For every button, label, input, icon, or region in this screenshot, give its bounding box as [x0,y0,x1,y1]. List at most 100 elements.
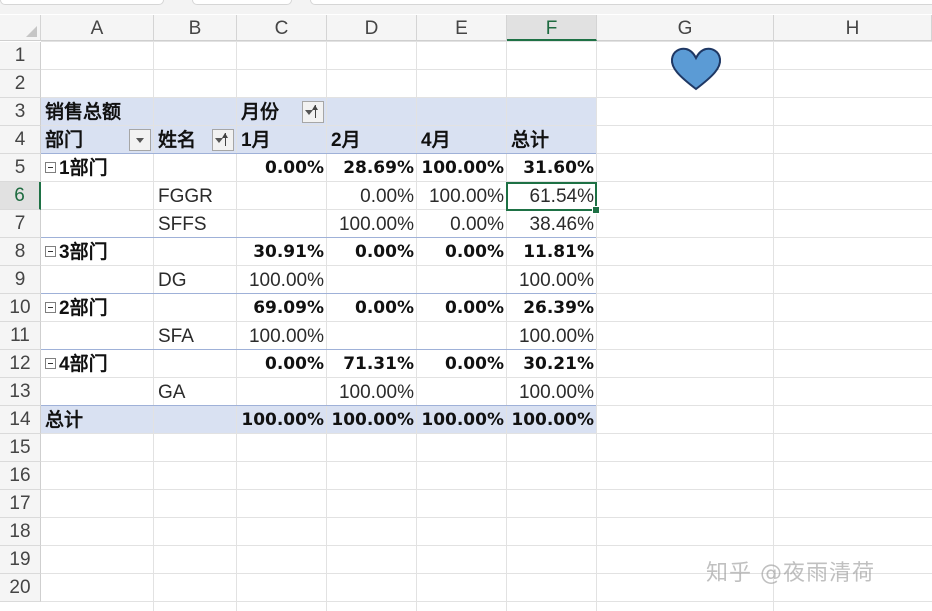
row-header-14[interactable]: 14 [0,406,41,434]
pivot-grand-total-value[interactable]: 100.00% [327,406,417,434]
pivot-department-row-label[interactable]: 2部门 [41,294,154,322]
grid-vline [773,41,774,611]
column-header-f[interactable]: F [507,15,597,41]
dropdown-arrow-icon [305,110,313,115]
column-header-a[interactable]: A [41,15,154,41]
department-filter-dropdown[interactable] [129,129,151,151]
pivot-value-cell[interactable] [417,266,507,294]
pivot-subtotal-value[interactable]: 0.00% [237,350,327,378]
month-filter-dropdown[interactable] [302,101,324,123]
pivot-grand-total-label: 总计 [45,410,84,431]
watermark-text: 知乎 @夜雨清荷 [706,561,875,586]
row-header-6[interactable]: 6 [0,182,41,210]
pivot-subtotal-value[interactable]: 100.00% [417,154,507,182]
pivot-column-header: 1月 [241,130,271,151]
row-header-20[interactable]: 20 [0,574,41,602]
pivot-value-field-label: 销售总额 [45,102,122,123]
pivot-subtotal-value[interactable]: 0.00% [417,294,507,322]
collapse-minus-icon[interactable] [45,246,56,257]
pivot-department-row-label[interactable]: 3部门 [41,238,154,266]
pivot-grand-total-value[interactable]: 100.00% [237,406,327,434]
pivot-value-cell[interactable] [237,210,327,238]
heart-shape-icon[interactable] [669,46,723,92]
sort-ascending-icon [312,105,318,118]
row-header-1[interactable]: 1 [0,42,41,70]
row-header-5[interactable]: 5 [0,154,41,182]
pivot-person-name[interactable]: SFFS [154,210,237,238]
heart-path [670,47,722,91]
fill-handle[interactable] [592,206,600,214]
column-header-d[interactable]: D [327,15,417,41]
pivot-person-name[interactable]: SFA [154,322,237,350]
row-header-4[interactable]: 4 [0,126,41,154]
column-header-c[interactable]: C [237,15,327,41]
pivot-value-cell[interactable]: 0.00% [327,182,417,210]
pivot-subtotal-value[interactable]: 0.00% [327,238,417,266]
row-header-17[interactable]: 17 [0,490,41,518]
pivot-value-cell[interactable] [237,378,327,406]
pivot-value-cell[interactable] [237,182,327,210]
row-header-12[interactable]: 12 [0,350,41,378]
pivot-value-cell[interactable]: 100.00% [507,322,597,350]
row-header-8[interactable]: 8 [0,238,41,266]
pivot-value-cell[interactable]: 0.00% [417,210,507,238]
pivot-grand-total-value[interactable]: 100.00% [507,406,597,434]
pivot-value-cell[interactable] [417,322,507,350]
pivot-subtotal-value[interactable]: 28.69% [327,154,417,182]
pivot-person-name[interactable]: DG [154,266,237,294]
pivot-value-cell[interactable]: 100.00% [237,266,327,294]
row-header-3[interactable]: 3 [0,98,41,126]
department-name: 2部门 [59,298,108,319]
row-header-2[interactable]: 2 [0,70,41,98]
pivot-value-cell[interactable] [327,266,417,294]
pivot-grand-total-value[interactable]: 100.00% [417,406,507,434]
pivot-value-cell[interactable]: 100.00% [327,210,417,238]
pivot-subtotal-value[interactable]: 30.91% [237,238,327,266]
collapse-minus-icon[interactable] [45,358,56,369]
pivot-department-row-label[interactable]: 1部门 [41,154,154,182]
column-header-h[interactable]: H [774,15,932,41]
row-header-19[interactable]: 19 [0,546,41,574]
row-header-10[interactable]: 10 [0,294,41,322]
pivot-value-cell[interactable]: 100.00% [327,378,417,406]
pivot-value-cell[interactable]: 100.00% [417,182,507,210]
row-header-13[interactable]: 13 [0,378,41,406]
pivot-person-name[interactable]: GA [154,378,237,406]
pivot-subtotal-value[interactable]: 31.60% [507,154,597,182]
collapse-minus-icon[interactable] [45,302,56,313]
name-sort-dropdown[interactable] [212,129,234,151]
pivot-subtotal-value[interactable]: 11.81% [507,238,597,266]
pivot-value-cell[interactable]: 100.00% [237,322,327,350]
active-cell-selection[interactable] [506,182,597,211]
grid-hline [41,97,932,98]
row-header-11[interactable]: 11 [0,322,41,350]
pivot-subtotal-value[interactable]: 0.00% [327,294,417,322]
pivot-subtotal-value[interactable]: 69.09% [237,294,327,322]
pivot-value-cell[interactable]: 100.00% [507,266,597,294]
pivot-subtotal-value[interactable]: 0.00% [417,350,507,378]
pivot-value-cell[interactable]: 100.00% [507,378,597,406]
column-header-g[interactable]: G [597,15,774,41]
pivot-person-name[interactable]: FGGR [154,182,237,210]
pivot-value-cell[interactable] [327,322,417,350]
pivot-department-row-label[interactable]: 4部门 [41,350,154,378]
pivot-subtotal-value[interactable]: 30.21% [507,350,597,378]
row-header-15[interactable]: 15 [0,434,41,462]
sort-ascending-icon [222,133,228,146]
row-header-18[interactable]: 18 [0,518,41,546]
collapse-minus-icon[interactable] [45,162,56,173]
pivot-value-cell[interactable]: 38.46% [507,210,597,238]
column-header-e[interactable]: E [417,15,507,41]
pivot-subtotal-value[interactable]: 71.31% [327,350,417,378]
spreadsheet-grid[interactable]: A B C D E F G H 1 2 3 4 5 6 7 8 9 10 11 12 13 14 15 16 17 18 19 20 销… [0,0,932,611]
pivot-subtotal-value[interactable]: 0.00% [237,154,327,182]
row-header-16[interactable]: 16 [0,462,41,490]
row-header-9[interactable]: 9 [0,266,41,294]
pivot-subtotal-value[interactable]: 26.39% [507,294,597,322]
grid-hline [41,69,932,70]
column-header-b[interactable]: B [154,15,237,41]
row-header-7[interactable]: 7 [0,210,41,238]
pivot-subtotal-value[interactable]: 0.00% [417,238,507,266]
pivot-value-cell[interactable] [417,378,507,406]
select-all-corner[interactable] [0,15,41,41]
